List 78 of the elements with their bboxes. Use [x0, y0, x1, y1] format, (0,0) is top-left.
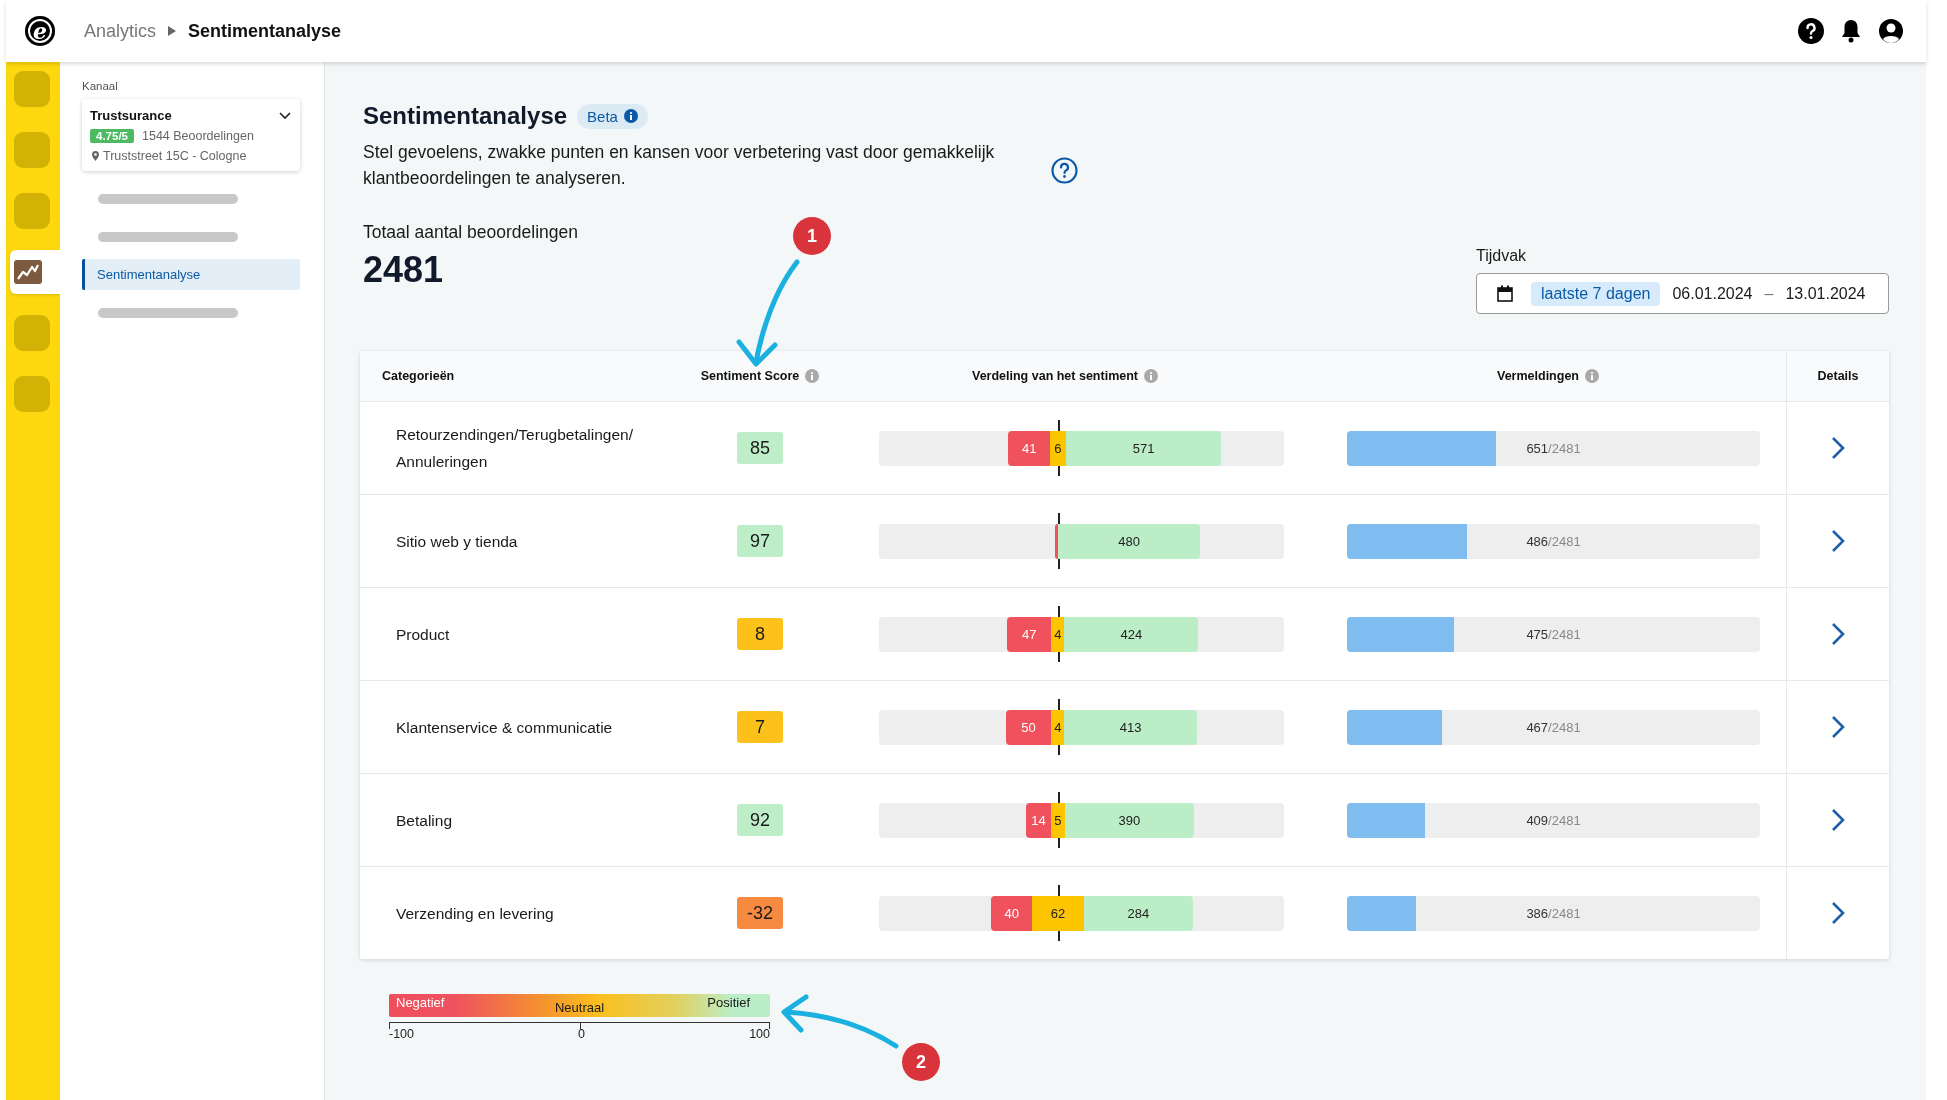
location-pin-icon: [92, 151, 99, 161]
neutral-segment: 4: [1051, 617, 1065, 652]
total-label: Totaal aantal beoordelingen: [363, 222, 579, 243]
chevron-right-icon[interactable]: [1831, 808, 1845, 832]
scale-label: Negatief: [396, 995, 445, 1010]
rating-badge: 4.75/5: [90, 129, 134, 143]
category-name: Klantenservice & communicatie: [395, 717, 614, 738]
info-icon[interactable]: [623, 109, 638, 123]
logo[interactable]: e: [25, 16, 55, 46]
user-avatar-icon[interactable]: [1878, 18, 1904, 44]
category-name: Product: [395, 624, 451, 645]
column-header: Sentiment Score: [700, 369, 800, 383]
mentions-count: 486/2481: [1526, 533, 1581, 549]
scale-label: Neutraal: [554, 1000, 605, 1015]
help-icon[interactable]: [1051, 156, 1078, 184]
neutral-segment: 6: [1050, 431, 1066, 466]
scale-label: Positief: [707, 995, 750, 1010]
column-header: Details: [1817, 369, 1859, 383]
channel-select[interactable]: Trustsurance 4.75/5 1544 Beoordelingen Truststreet 15C - Cologne: [82, 99, 300, 171]
breadcrumb-link[interactable]: Analytics: [84, 20, 157, 42]
chevron-right-icon: [168, 26, 177, 36]
page-title: Sentimentanalyse: [363, 102, 568, 130]
score-badge: 97: [737, 525, 783, 557]
positive-segment: 480: [1058, 524, 1201, 559]
breadcrumb-current: Sentimentanalyse: [188, 20, 342, 42]
beta-badge: Beta: [577, 103, 648, 129]
review-count: 1544 Beoordelingen: [142, 129, 254, 143]
axis-tick-label: 100: [749, 1027, 770, 1041]
category-name: Sitio web y tienda: [395, 531, 519, 552]
negative-segment: 47: [1006, 617, 1052, 652]
category-name: Retourzendingen/Terugbetalingen/ Annuleringen: [395, 425, 634, 472]
chevron-right-icon[interactable]: [1831, 436, 1845, 460]
positive-segment: 571: [1065, 431, 1222, 466]
chevron-down-icon[interactable]: [279, 111, 291, 120]
positive-segment: 424: [1064, 617, 1199, 652]
column-header: Categorieën: [382, 369, 455, 383]
mentions-count: 409/2481: [1526, 812, 1581, 828]
score-badge: 7: [737, 711, 783, 743]
chart-icon[interactable]: [14, 260, 42, 284]
negative-segment: 40: [991, 896, 1033, 931]
total-count: 2481: [363, 249, 445, 291]
channel-address: Truststreet 15C - Cologne: [103, 149, 247, 163]
chevron-right-icon[interactable]: [1831, 622, 1845, 646]
score-badge: 8: [737, 618, 783, 650]
mentions-count: 467/2481: [1526, 719, 1581, 735]
negative-segment: 14: [1026, 803, 1051, 838]
column-header: Verdeling van het sentiment: [972, 369, 1138, 383]
rail-item[interactable]: [10, 250, 60, 294]
field-label: Tijdvak: [1476, 247, 1528, 265]
help-icon[interactable]: [1798, 18, 1824, 44]
category-name: Betaling: [395, 810, 453, 831]
axis-tick-label: 0: [578, 1027, 586, 1041]
category-name: Verzending en levering: [395, 903, 555, 924]
channel-name: Trustsurance: [90, 108, 172, 123]
positive-segment: 284: [1083, 896, 1194, 931]
neutral-segment: 62: [1032, 896, 1084, 931]
mentions-count: 651/2481: [1526, 440, 1581, 456]
score-badge: 85: [737, 432, 783, 464]
positive-segment: 390: [1065, 803, 1194, 838]
negative-segment: 50: [1005, 710, 1052, 745]
positive-segment: 413: [1064, 710, 1197, 745]
mentions-count: 386/2481: [1526, 905, 1581, 921]
neutral-segment: 4: [1051, 710, 1065, 745]
column-header: Vermeldingen: [1497, 369, 1579, 383]
axis-tick-label: -100: [389, 1027, 415, 1041]
mentions-count: 475/2481: [1526, 626, 1581, 642]
field-label: Kanaal: [82, 80, 119, 92]
nav-item[interactable]: Sentimentanalyse: [82, 259, 300, 290]
chevron-right-icon[interactable]: [1831, 715, 1845, 739]
negative-segment: [1055, 524, 1058, 559]
date-range-picker[interactable]: laatste 7 dagen 06.01.2024 – 13.01.2024: [1476, 273, 1889, 314]
negative-segment: 41: [1008, 431, 1050, 466]
page-description: Stel gevoelens, zwakke punten en kansen voor verbetering vast door gemakkelijk klantbeoordelingen te analyseren.: [363, 141, 996, 190]
calendar-icon: [1497, 285, 1513, 302]
chevron-right-icon[interactable]: [1831, 901, 1845, 925]
score-badge: 92: [737, 804, 783, 836]
score-badge: -32: [737, 897, 783, 929]
chevron-right-icon[interactable]: [1831, 529, 1845, 553]
